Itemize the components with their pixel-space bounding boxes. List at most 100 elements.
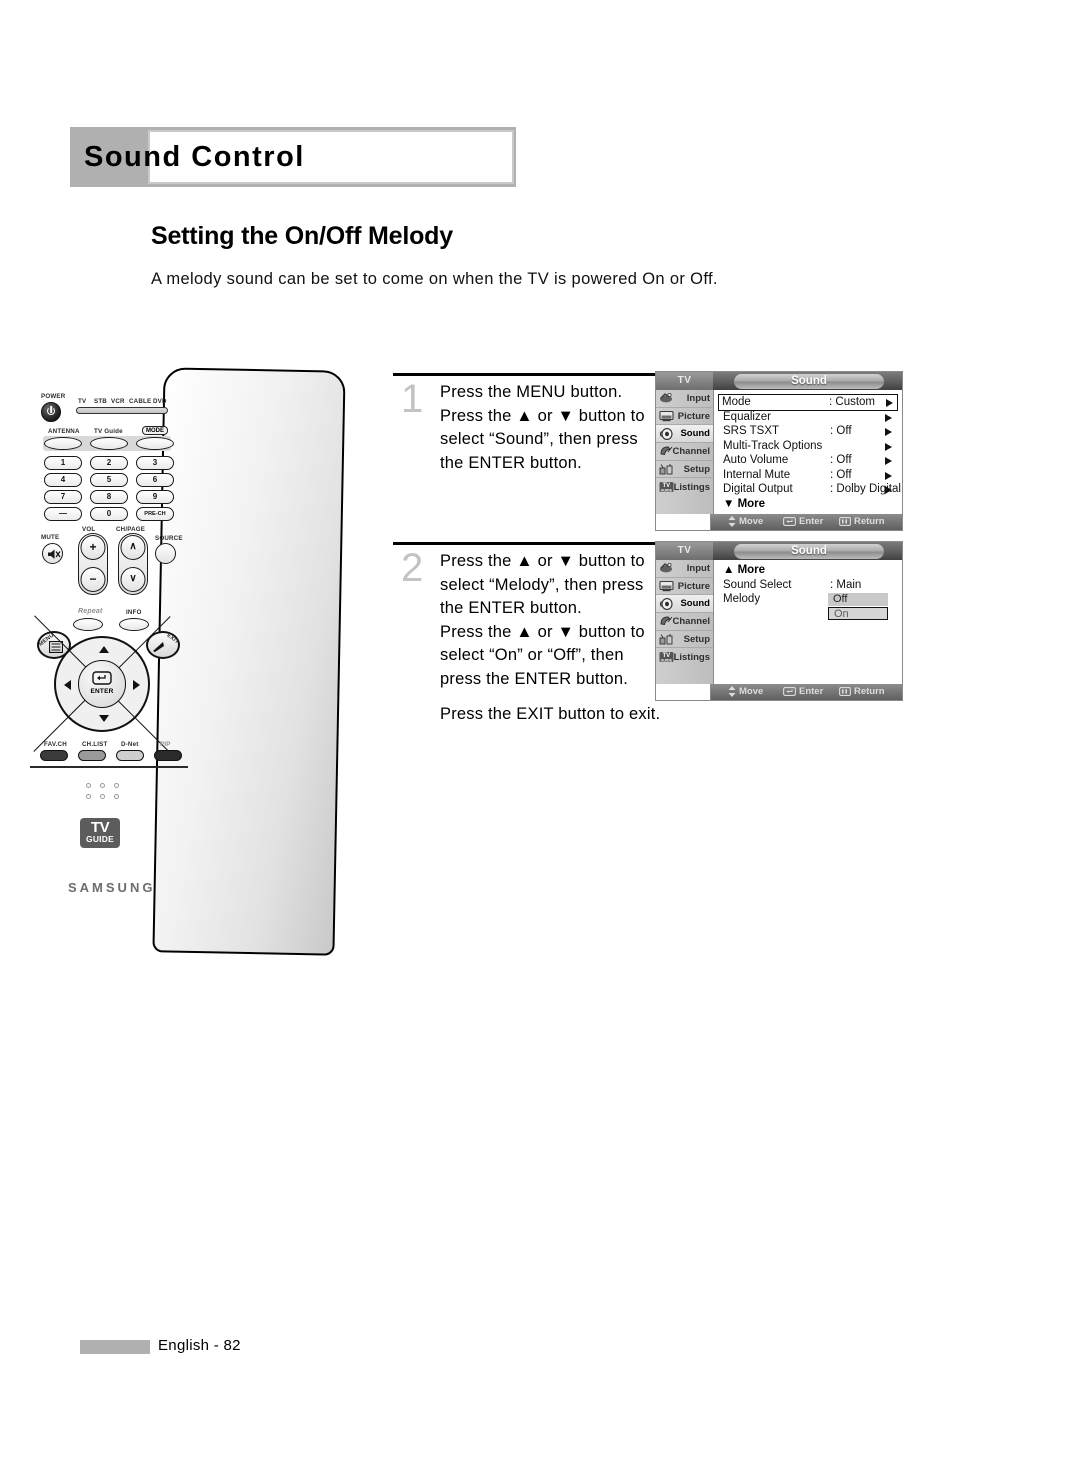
enter-key-icon xyxy=(783,687,796,696)
key-dash[interactable]: — xyxy=(44,507,82,521)
menu-row-value: : Off xyxy=(830,454,852,467)
mute-button[interactable] xyxy=(42,543,63,564)
mode-button[interactable] xyxy=(136,437,174,450)
volume-down-button[interactable]: − xyxy=(80,567,106,592)
menu-row-internal-mute[interactable]: Internal Mute : Off xyxy=(720,469,896,484)
sidebar-item-input[interactable]: Input xyxy=(656,560,713,578)
enter-button[interactable]: ENTER xyxy=(78,660,126,708)
chevron-right-icon xyxy=(885,442,892,451)
step-line: Press the ▲ or ▼ button to xyxy=(440,552,645,570)
osd-sidebar: Input Picture Sound Channel Setup TV GUI… xyxy=(656,560,714,684)
sidebar-item-label: Channel xyxy=(672,615,710,627)
pip-button[interactable] xyxy=(154,750,182,761)
key-1[interactable]: 1 xyxy=(44,456,82,470)
osd-titlebar: TV Sound xyxy=(656,372,902,390)
fav-ch-button[interactable] xyxy=(40,750,68,761)
menu-row-digital-output[interactable]: Digital Output : Dolby Digital xyxy=(720,483,901,498)
sidebar-item-channel[interactable]: Channel xyxy=(656,443,713,461)
key-pre-ch[interactable]: PRE-CH xyxy=(136,507,174,521)
device-selector-strip[interactable] xyxy=(76,407,168,414)
sidebar-item-picture[interactable]: Picture xyxy=(656,408,713,426)
decor-dot xyxy=(114,783,119,788)
sidebar-item-input[interactable]: Input xyxy=(656,390,713,408)
channel-rocker[interactable]: ∧ ∨ xyxy=(118,533,148,595)
antenna-button[interactable] xyxy=(44,437,82,450)
osd-menu-list: ▲ More Sound Select : Main Melody Off On xyxy=(714,560,902,684)
key-3[interactable]: 3 xyxy=(136,456,174,470)
d-net-button[interactable] xyxy=(116,750,144,761)
menu-row-melody[interactable]: Melody Off On xyxy=(720,593,896,623)
menu-row-multi-track-options[interactable]: Multi-Track Options xyxy=(720,440,896,455)
osd-hint-move: Move xyxy=(728,516,763,528)
right-arrow-icon[interactable] xyxy=(133,680,140,690)
menu-row-more-down[interactable]: ▼ More xyxy=(720,498,896,510)
osd-hint-notch xyxy=(656,684,711,700)
sidebar-item-label: Sound xyxy=(680,598,710,610)
channel-down-button[interactable]: ∨ xyxy=(120,567,146,592)
key-7[interactable]: 7 xyxy=(44,490,82,504)
key-6[interactable]: 6 xyxy=(136,473,174,487)
power-label: POWER xyxy=(41,393,66,400)
menu-row-srs-tsxt[interactable]: SRS TSXT : Off xyxy=(720,425,896,440)
key-9[interactable]: 9 xyxy=(136,490,174,504)
sidebar-item-label: Sound xyxy=(680,428,710,440)
repeat-button[interactable] xyxy=(73,618,103,631)
mute-label: MUTE xyxy=(41,534,60,541)
chevron-right-icon xyxy=(885,413,892,422)
svg-text:GUIDE: GUIDE xyxy=(661,489,673,493)
key-0[interactable]: 0 xyxy=(90,507,128,521)
input-icon xyxy=(659,562,674,574)
key-4[interactable]: 4 xyxy=(44,473,82,487)
intro-paragraph: A melody sound can be set to come on whe… xyxy=(151,270,718,288)
key-5[interactable]: 5 xyxy=(90,473,128,487)
osd-hint-label: Enter xyxy=(799,516,824,527)
mode-label-box: MODE xyxy=(142,426,168,435)
osd-hint-enter: Enter xyxy=(783,516,823,528)
step-number: 1 xyxy=(401,377,424,421)
key-2[interactable]: 2 xyxy=(90,456,128,470)
antenna-label: ANTENNA xyxy=(48,428,80,435)
key-8[interactable]: 8 xyxy=(90,490,128,504)
tv-guide-button[interactable] xyxy=(90,437,128,450)
sidebar-item-channel[interactable]: Channel xyxy=(656,613,713,631)
volume-rocker[interactable]: + − xyxy=(78,533,108,595)
navigation-ring[interactable]: ENTER xyxy=(33,615,171,753)
ch-list-button[interactable] xyxy=(78,750,106,761)
sidebar-item-sound[interactable]: Sound xyxy=(656,595,713,614)
menu-row-mode[interactable]: Mode : Custom xyxy=(718,394,898,411)
sidebar-item-setup[interactable]: Setup xyxy=(656,631,713,649)
up-arrow-icon[interactable] xyxy=(99,646,109,653)
left-arrow-icon[interactable] xyxy=(64,680,71,690)
osd-screen-sound-more: TV Sound Input Picture Sound Channel Set… xyxy=(655,541,903,701)
menu-row-more-up[interactable]: ▲ More xyxy=(720,564,896,579)
step-divider xyxy=(393,542,658,545)
return-key-icon xyxy=(839,517,851,526)
volume-up-button[interactable]: + xyxy=(80,535,106,560)
sidebar-item-listings[interactable]: TV GUIDE Listings xyxy=(656,648,713,666)
sidebar-item-listings[interactable]: TV GUIDE Listings xyxy=(656,478,713,496)
sidebar-item-sound[interactable]: Sound xyxy=(656,425,713,444)
source-button[interactable] xyxy=(155,543,176,564)
device-label-cable: CABLE xyxy=(129,398,152,405)
menu-row-auto-volume[interactable]: Auto Volume : Off xyxy=(720,454,896,469)
sound-icon xyxy=(659,427,674,440)
osd-hint-bar: Move Enter Return xyxy=(656,684,902,700)
down-arrow-icon[interactable] xyxy=(99,715,109,722)
mute-icon xyxy=(48,549,61,559)
info-button[interactable] xyxy=(119,618,149,631)
step-text: Press the MENU button. Press the ▲ or ▼ … xyxy=(440,381,665,475)
menu-row-label: Auto Volume xyxy=(723,454,789,467)
step-line: press the ENTER button. xyxy=(440,669,629,688)
sidebar-item-setup[interactable]: Setup xyxy=(656,461,713,479)
channel-icon xyxy=(659,445,674,457)
menu-row-sound-select[interactable]: Sound Select : Main xyxy=(720,579,896,594)
device-label-dvd: DVD xyxy=(153,398,167,405)
power-button[interactable] xyxy=(41,402,61,422)
melody-option-off[interactable]: Off xyxy=(828,593,888,607)
menu-row-equalizer[interactable]: Equalizer xyxy=(720,411,896,426)
channel-up-button[interactable]: ∧ xyxy=(120,535,146,560)
tv-guide-label: TV Guide xyxy=(94,428,123,435)
melody-option-on[interactable]: On xyxy=(828,607,888,621)
sidebar-item-picture[interactable]: Picture xyxy=(656,578,713,596)
step-line: select “Sound”, then press xyxy=(440,430,638,448)
